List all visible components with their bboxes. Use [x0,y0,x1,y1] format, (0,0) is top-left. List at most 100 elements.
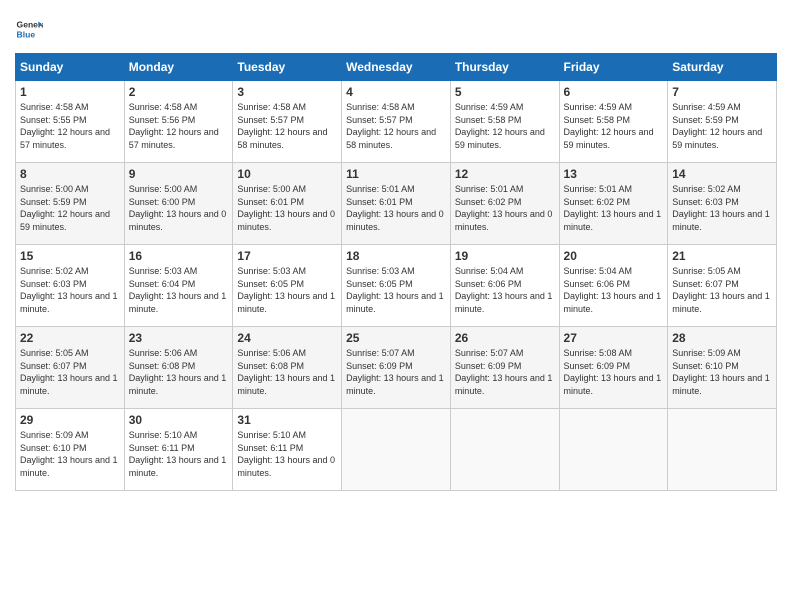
day-info: Sunrise: 5:02 AMSunset: 6:03 PMDaylight:… [20,266,118,314]
svg-text:Blue: Blue [17,30,36,40]
day-number: 28 [672,331,772,345]
calendar-table: SundayMondayTuesdayWednesdayThursdayFrid… [15,53,777,491]
calendar-cell [342,409,451,491]
day-info: Sunrise: 4:59 AMSunset: 5:58 PMDaylight:… [564,102,654,150]
day-number: 4 [346,85,446,99]
day-number: 22 [20,331,120,345]
calendar-cell: 18 Sunrise: 5:03 AMSunset: 6:05 PMDaylig… [342,245,451,327]
day-number: 27 [564,331,664,345]
calendar-cell: 27 Sunrise: 5:08 AMSunset: 6:09 PMDaylig… [559,327,668,409]
day-number: 24 [237,331,337,345]
calendar-cell: 17 Sunrise: 5:03 AMSunset: 6:05 PMDaylig… [233,245,342,327]
day-info: Sunrise: 5:01 AMSunset: 6:01 PMDaylight:… [346,184,444,232]
calendar-cell: 24 Sunrise: 5:06 AMSunset: 6:08 PMDaylig… [233,327,342,409]
calendar-cell: 4 Sunrise: 4:58 AMSunset: 5:57 PMDayligh… [342,81,451,163]
day-info: Sunrise: 5:00 AMSunset: 6:00 PMDaylight:… [129,184,227,232]
day-info: Sunrise: 5:04 AMSunset: 6:06 PMDaylight:… [455,266,553,314]
calendar-cell: 15 Sunrise: 5:02 AMSunset: 6:03 PMDaylig… [16,245,125,327]
calendar-cell: 14 Sunrise: 5:02 AMSunset: 6:03 PMDaylig… [668,163,777,245]
day-info: Sunrise: 5:04 AMSunset: 6:06 PMDaylight:… [564,266,662,314]
day-number: 16 [129,249,229,263]
calendar-cell: 7 Sunrise: 4:59 AMSunset: 5:59 PMDayligh… [668,81,777,163]
day-info: Sunrise: 5:02 AMSunset: 6:03 PMDaylight:… [672,184,770,232]
day-info: Sunrise: 5:00 AMSunset: 5:59 PMDaylight:… [20,184,110,232]
day-info: Sunrise: 5:01 AMSunset: 6:02 PMDaylight:… [564,184,662,232]
day-info: Sunrise: 4:58 AMSunset: 5:56 PMDaylight:… [129,102,219,150]
day-number: 2 [129,85,229,99]
calendar-cell [559,409,668,491]
calendar-cell: 11 Sunrise: 5:01 AMSunset: 6:01 PMDaylig… [342,163,451,245]
day-info: Sunrise: 5:10 AMSunset: 6:11 PMDaylight:… [129,430,227,478]
day-info: Sunrise: 5:06 AMSunset: 6:08 PMDaylight:… [237,348,335,396]
calendar-cell [668,409,777,491]
day-number: 5 [455,85,555,99]
calendar-cell: 28 Sunrise: 5:09 AMSunset: 6:10 PMDaylig… [668,327,777,409]
calendar-week-row: 29 Sunrise: 5:09 AMSunset: 6:10 PMDaylig… [16,409,777,491]
day-info: Sunrise: 5:03 AMSunset: 6:05 PMDaylight:… [237,266,335,314]
day-number: 23 [129,331,229,345]
day-info: Sunrise: 5:09 AMSunset: 6:10 PMDaylight:… [672,348,770,396]
calendar-week-row: 1 Sunrise: 4:58 AMSunset: 5:55 PMDayligh… [16,81,777,163]
calendar-cell: 2 Sunrise: 4:58 AMSunset: 5:56 PMDayligh… [124,81,233,163]
day-info: Sunrise: 4:58 AMSunset: 5:55 PMDaylight:… [20,102,110,150]
main-container: General Blue SundayMondayTuesdayWednesda… [0,0,792,501]
day-number: 12 [455,167,555,181]
day-number: 10 [237,167,337,181]
day-number: 14 [672,167,772,181]
day-number: 26 [455,331,555,345]
day-info: Sunrise: 4:58 AMSunset: 5:57 PMDaylight:… [346,102,436,150]
day-number: 9 [129,167,229,181]
day-info: Sunrise: 5:08 AMSunset: 6:09 PMDaylight:… [564,348,662,396]
calendar-cell: 20 Sunrise: 5:04 AMSunset: 6:06 PMDaylig… [559,245,668,327]
weekday-header-row: SundayMondayTuesdayWednesdayThursdayFrid… [16,54,777,81]
day-number: 3 [237,85,337,99]
day-number: 31 [237,413,337,427]
day-info: Sunrise: 4:59 AMSunset: 5:59 PMDaylight:… [672,102,762,150]
calendar-week-row: 8 Sunrise: 5:00 AMSunset: 5:59 PMDayligh… [16,163,777,245]
day-info: Sunrise: 5:09 AMSunset: 6:10 PMDaylight:… [20,430,118,478]
weekday-header: Friday [559,54,668,81]
calendar-cell: 25 Sunrise: 5:07 AMSunset: 6:09 PMDaylig… [342,327,451,409]
calendar-week-row: 15 Sunrise: 5:02 AMSunset: 6:03 PMDaylig… [16,245,777,327]
calendar-cell [450,409,559,491]
day-info: Sunrise: 5:07 AMSunset: 6:09 PMDaylight:… [455,348,553,396]
day-info: Sunrise: 5:10 AMSunset: 6:11 PMDaylight:… [237,430,335,478]
calendar-week-row: 22 Sunrise: 5:05 AMSunset: 6:07 PMDaylig… [16,327,777,409]
day-number: 1 [20,85,120,99]
weekday-header: Monday [124,54,233,81]
day-info: Sunrise: 4:59 AMSunset: 5:58 PMDaylight:… [455,102,545,150]
weekday-header: Thursday [450,54,559,81]
day-info: Sunrise: 5:05 AMSunset: 6:07 PMDaylight:… [20,348,118,396]
day-info: Sunrise: 5:05 AMSunset: 6:07 PMDaylight:… [672,266,770,314]
day-number: 18 [346,249,446,263]
day-number: 11 [346,167,446,181]
weekday-header: Wednesday [342,54,451,81]
day-number: 29 [20,413,120,427]
calendar-cell: 31 Sunrise: 5:10 AMSunset: 6:11 PMDaylig… [233,409,342,491]
day-number: 20 [564,249,664,263]
calendar-cell: 12 Sunrise: 5:01 AMSunset: 6:02 PMDaylig… [450,163,559,245]
day-number: 15 [20,249,120,263]
logo[interactable]: General Blue [15,15,43,43]
day-info: Sunrise: 5:07 AMSunset: 6:09 PMDaylight:… [346,348,444,396]
calendar-cell: 21 Sunrise: 5:05 AMSunset: 6:07 PMDaylig… [668,245,777,327]
day-number: 6 [564,85,664,99]
day-number: 8 [20,167,120,181]
day-number: 13 [564,167,664,181]
header: General Blue [15,15,777,43]
calendar-cell: 5 Sunrise: 4:59 AMSunset: 5:58 PMDayligh… [450,81,559,163]
calendar-cell: 22 Sunrise: 5:05 AMSunset: 6:07 PMDaylig… [16,327,125,409]
weekday-header: Saturday [668,54,777,81]
day-info: Sunrise: 5:03 AMSunset: 6:05 PMDaylight:… [346,266,444,314]
calendar-cell: 9 Sunrise: 5:00 AMSunset: 6:00 PMDayligh… [124,163,233,245]
weekday-header: Sunday [16,54,125,81]
calendar-cell: 1 Sunrise: 4:58 AMSunset: 5:55 PMDayligh… [16,81,125,163]
day-info: Sunrise: 5:00 AMSunset: 6:01 PMDaylight:… [237,184,335,232]
weekday-header: Tuesday [233,54,342,81]
calendar-cell: 16 Sunrise: 5:03 AMSunset: 6:04 PMDaylig… [124,245,233,327]
logo-icon: General Blue [15,15,43,43]
day-number: 21 [672,249,772,263]
calendar-cell: 19 Sunrise: 5:04 AMSunset: 6:06 PMDaylig… [450,245,559,327]
calendar-cell: 13 Sunrise: 5:01 AMSunset: 6:02 PMDaylig… [559,163,668,245]
calendar-cell: 23 Sunrise: 5:06 AMSunset: 6:08 PMDaylig… [124,327,233,409]
